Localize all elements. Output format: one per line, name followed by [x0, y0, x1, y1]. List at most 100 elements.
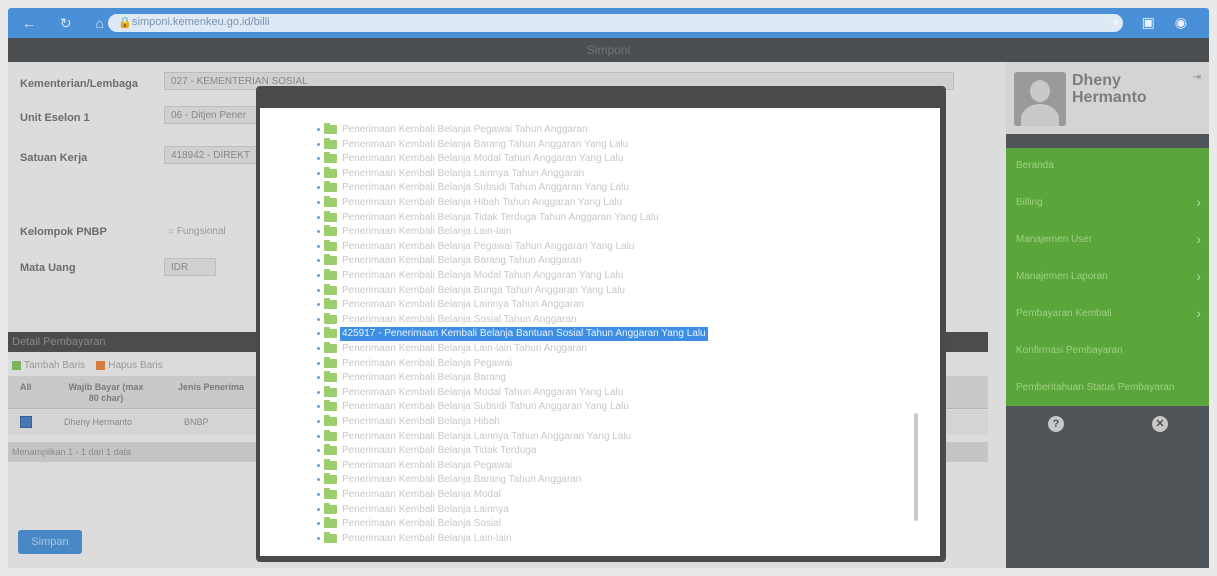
tree-expand-icon[interactable] [317, 274, 320, 277]
tree-item[interactable]: Penerimaan Kembali Belanja Bunga Tahun A… [317, 283, 917, 298]
tree-item[interactable]: Penerimaan Kembali Belanja Pegawai Tahun… [317, 123, 917, 137]
tree-item[interactable]: Penerimaan Kembali Belanja Pegawai Tahun… [317, 239, 917, 254]
tree-expand-icon[interactable] [317, 259, 320, 263]
tree-item-label: Penerimaan Kembali Belanja Hibah Tahun A… [342, 197, 623, 208]
tree-expand-icon[interactable] [317, 186, 320, 190]
tree-expand-icon[interactable] [317, 376, 320, 380]
folder-icon [324, 181, 337, 193]
tree-item[interactable]: Penerimaan Kembali Belanja Lain-lain [317, 225, 917, 239]
sidebar-item-5[interactable]: Konfirmasi Pembayaran [1006, 333, 1209, 370]
tree-item[interactable]: Penerimaan Kembali Belanja Hibah [317, 415, 917, 429]
tree-expand-icon[interactable] [317, 405, 320, 409]
col-all[interactable]: All [20, 382, 32, 393]
tree-item[interactable]: Penerimaan Kembali Belanja Hibah Tahun A… [317, 196, 917, 210]
folder-icon [324, 298, 337, 310]
help-icon[interactable]: ? [1048, 416, 1064, 432]
tree-expand-icon[interactable] [317, 142, 320, 146]
tree-item[interactable]: Penerimaan Kembali Belanja Lainnya Tahun… [317, 298, 917, 312]
sidebar-item-label: Beranda [1016, 160, 1054, 171]
add-icon [12, 360, 21, 370]
address-url[interactable]: simponi.kemenkeu.go.id/billi [132, 16, 270, 28]
unit-eselon-select[interactable]: 06 - Ditjen Pener [164, 106, 264, 124]
tree-expand-icon[interactable] [317, 303, 320, 307]
tree-item[interactable]: Penerimaan Kembali Belanja Modal Tahun A… [317, 269, 917, 283]
tree-item[interactable]: Penerimaan Kembali Belanja Pegawai [317, 356, 917, 371]
tree-item[interactable]: Penerimaan Kembali Belanja Lain-lain [317, 531, 917, 546]
radio-fungsional[interactable]: ○ Fungsional [168, 226, 226, 237]
tambah-baris-button[interactable]: Tambah Baris [12, 360, 85, 371]
navigation-icons[interactable]: ← ↻ ⌂ [22, 15, 114, 32]
tree-expand-icon[interactable] [317, 420, 320, 423]
tree-expand-icon[interactable] [317, 522, 320, 526]
tree-item[interactable]: Penerimaan Kembali Belanja Tidak Terduga [317, 444, 917, 458]
tree-expand-icon[interactable] [317, 361, 320, 365]
tree-expand-icon[interactable] [317, 463, 320, 467]
mata-uang-select[interactable]: IDR [164, 258, 216, 276]
tree-expand-icon[interactable] [317, 536, 320, 540]
col-wajib-bayar: Wajib Bayar (max 80 char) [68, 382, 144, 403]
tree-item[interactable]: 425917 - Penerimaan Kembali Belanja Bant… [317, 327, 917, 342]
sidebar-item-3[interactable]: Manajemen Laporan › [1006, 259, 1209, 296]
browser-toolbar: ← ↻ ⌂ 🔒 simponi.kemenkeu.go.id/billi ✦ ▣… [8, 8, 1209, 38]
folder-icon [324, 444, 337, 456]
tree-item[interactable]: Penerimaan Kembali Belanja Tidak Terduga… [317, 210, 917, 225]
tree-expand-icon[interactable] [317, 507, 320, 511]
tree-expand-icon[interactable] [317, 434, 320, 438]
modal-scrollbar[interactable] [914, 413, 918, 521]
tree-item[interactable]: Penerimaan Kembali Belanja Modal Tahun A… [317, 385, 917, 400]
tree-item-label: Penerimaan Kembali Belanja Modal Tahun A… [342, 386, 624, 398]
tree-item[interactable]: Penerimaan Kembali Belanja Pegawai [317, 458, 917, 473]
row-jenis[interactable]: BNBP [184, 417, 209, 427]
tree-expand-icon[interactable] [317, 171, 320, 175]
row-checkbox[interactable] [20, 416, 32, 428]
sidebar-item-0[interactable]: Beranda [1006, 148, 1209, 185]
tree-item-label: Penerimaan Kembali Belanja Lain-lain [342, 226, 512, 238]
simpan-button[interactable]: Simpan [18, 530, 82, 554]
tree-item[interactable]: Penerimaan Kembali Belanja Lainnya [317, 502, 917, 517]
tree-item[interactable]: Penerimaan Kembali Belanja Sosial [317, 517, 917, 531]
tree-item[interactable]: Penerimaan Kembali Belanja Lainnya Tahun… [317, 166, 917, 181]
tree-expand-icon[interactable] [317, 478, 320, 482]
tree-expand-icon[interactable] [317, 244, 320, 248]
tree-expand-icon[interactable] [317, 128, 320, 131]
tree-item[interactable]: Penerimaan Kembali Belanja Modal [317, 488, 917, 502]
sidebar-item-4[interactable]: Pembayaran Kembali › [1006, 296, 1209, 333]
tree-item[interactable]: Penerimaan Kembali Belanja Barang [317, 371, 917, 385]
tree-item[interactable]: Penerimaan Kembali Belanja Lain-lain Tah… [317, 342, 917, 356]
tree-expand-icon[interactable] [317, 230, 320, 234]
sidebar-item-6[interactable]: Pemberitahuan Status Pembayaran [1006, 370, 1209, 407]
tree-item[interactable]: Penerimaan Kembali Belanja Barang Tahun … [317, 137, 917, 152]
tree-item[interactable]: Penerimaan Kembali Belanja Modal Tahun A… [317, 152, 917, 166]
sidebar-item-label: Manajemen User [1016, 234, 1093, 245]
tree-expand-icon[interactable] [317, 215, 320, 219]
tree-item[interactable]: Penerimaan Kembali Belanja Lainnya Tahun… [317, 429, 917, 444]
extension-icons[interactable]: ✦ ▣ ◉ [1110, 14, 1195, 31]
tree-expand-icon[interactable] [317, 347, 320, 350]
tree-expand-icon[interactable] [317, 449, 320, 453]
tree-item[interactable]: Penerimaan Kembali Belanja Sosial Tahun … [317, 312, 917, 327]
tree-item-label: Penerimaan Kembali Belanja Modal [342, 489, 501, 500]
tree-expand-icon[interactable] [317, 157, 320, 161]
tree-expand-icon[interactable] [317, 201, 320, 204]
tree-expand-icon[interactable] [317, 493, 320, 496]
collapse-icon[interactable]: ⇥ [1193, 72, 1201, 83]
tree-item-label: Penerimaan Kembali Belanja Hibah [342, 416, 500, 427]
sidebar-item-1[interactable]: Billing › [1006, 185, 1209, 222]
sidebar-item-2[interactable]: Manajemen User › [1006, 222, 1209, 259]
lock-icon: 🔒 [118, 17, 132, 29]
hapus-baris-button[interactable]: Hapus Baris [96, 360, 163, 371]
folder-icon [324, 269, 337, 280]
tree-item[interactable]: Penerimaan Kembali Belanja Barang Tahun … [317, 473, 917, 487]
tree-item[interactable]: Penerimaan Kembali Belanja Barang Tahun … [317, 254, 917, 268]
tree-item[interactable]: Penerimaan Kembali Belanja Subsidi Tahun… [317, 181, 917, 195]
tree-expand-icon[interactable] [317, 288, 320, 292]
satuan-kerja-select[interactable]: 418942 - DIREKT [164, 146, 264, 164]
tree-expand-icon[interactable] [317, 390, 320, 394]
folder-icon [324, 225, 337, 237]
tree-item[interactable]: Penerimaan Kembali Belanja Subsidi Tahun… [317, 400, 917, 414]
tree-expand-icon[interactable] [317, 317, 320, 321]
close-icon[interactable]: ✕ [1152, 416, 1168, 432]
address-bar[interactable]: 🔒 simponi.kemenkeu.go.id/billi [108, 14, 1123, 32]
tree-item-label: Penerimaan Kembali Belanja Pegawai Tahun… [342, 240, 635, 252]
tree-expand-icon[interactable] [317, 332, 320, 336]
